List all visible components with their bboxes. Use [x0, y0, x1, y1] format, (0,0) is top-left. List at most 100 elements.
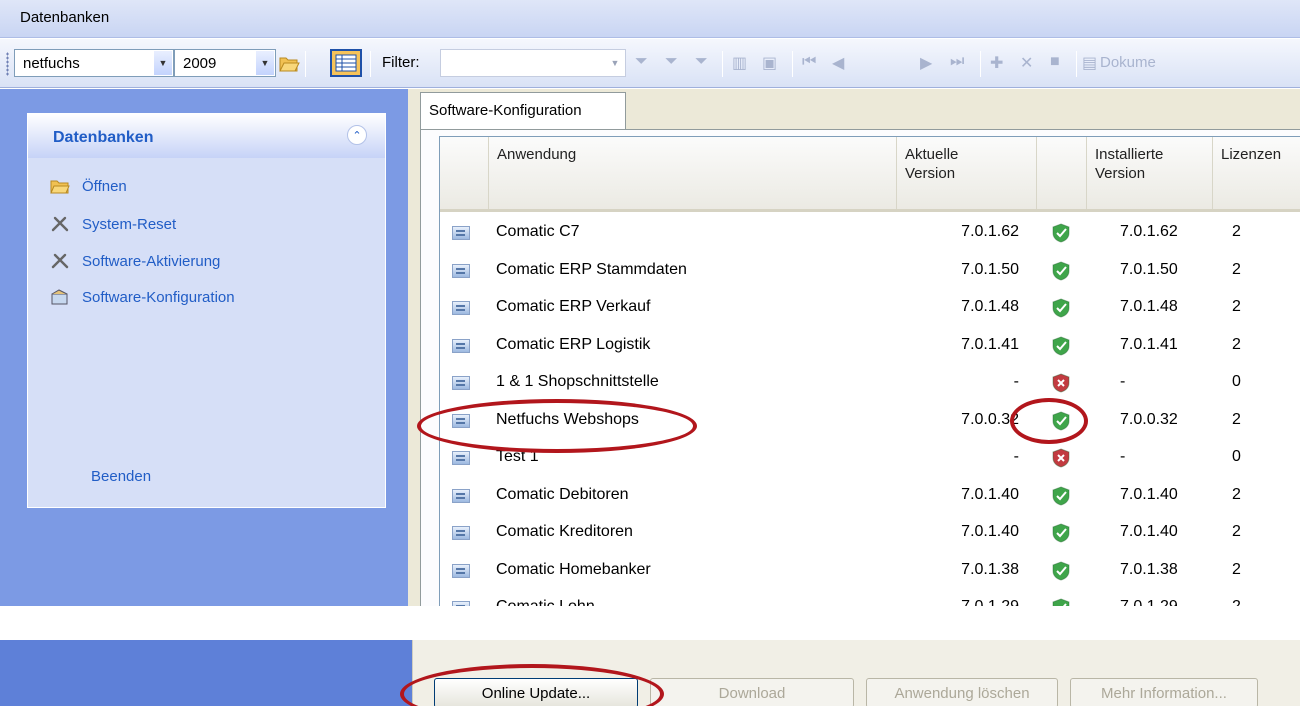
toolbar-grip[interactable]	[6, 52, 9, 76]
shield-error-icon	[1052, 448, 1070, 468]
column-header-aktuelle-version[interactable]: Aktuelle Version	[896, 137, 1036, 209]
callout-webshops-row	[417, 399, 697, 453]
table-row[interactable]: Comatic Homebanker 7.0.1.38 7.0.1.38 2	[440, 553, 1300, 590]
download-button[interactable]: Download	[650, 678, 854, 706]
column-header-label: Installierte Version	[1095, 146, 1164, 182]
first-record-icon[interactable]: ⏮	[802, 53, 816, 71]
sidebar-item-label: System-Reset	[82, 216, 177, 233]
tab-page: Anwendung Aktuelle Version Installierte …	[420, 129, 1300, 607]
toolbar-separator	[1076, 51, 1077, 77]
current-version: 7.0.1.40	[961, 485, 1019, 503]
table-row[interactable]: Comatic Lohn 7.0.1.29 7.0.1.29 2	[440, 590, 1300, 607]
filter-select[interactable]: ▼	[440, 49, 626, 77]
application-icon	[452, 226, 470, 240]
sidebar-item-software-konfiguration[interactable]: Software-Konfiguration	[50, 289, 235, 306]
shield-check-icon	[1052, 485, 1070, 506]
folder-open-icon	[50, 180, 70, 194]
toolbar-separator	[722, 51, 723, 77]
folder-open-icon[interactable]	[278, 52, 300, 74]
screenshot-gap	[0, 606, 1300, 640]
year-select-value: 2009	[183, 55, 217, 72]
toolbar-separator	[305, 51, 306, 77]
license-count: 2	[1232, 485, 1241, 503]
table-row[interactable]: Comatic ERP Stammdaten 7.0.1.50 7.0.1.50 2	[440, 253, 1300, 290]
filter-apply-icon[interactable]: ⏷	[635, 53, 648, 71]
column-header-anwendung[interactable]: Anwendung	[488, 137, 896, 209]
application-name: Comatic Homebanker	[496, 560, 651, 578]
document-icon[interactable]: ▤	[1082, 53, 1097, 73]
table-view-icon[interactable]	[330, 49, 362, 77]
application-icon	[452, 301, 470, 315]
table-row[interactable]: Comatic C7 7.0.1.62 7.0.1.62 2	[440, 215, 1300, 252]
application-icon	[452, 563, 470, 578]
application-name: 1 & 1 Shopschnittstelle	[496, 373, 659, 390]
last-record-icon[interactable]: ⏭	[950, 53, 964, 71]
license-count: 2	[1232, 523, 1241, 540]
year-select[interactable]: 2009 ▼	[174, 49, 276, 77]
license-count: 0	[1232, 448, 1241, 465]
delete-record-icon[interactable]: ✕	[1020, 53, 1033, 73]
delete-application-button[interactable]: Anwendung löschen	[866, 678, 1058, 706]
installed-version: 7.0.1.38	[1120, 560, 1178, 578]
tab-software-konfiguration[interactable]: Software-Konfiguration	[420, 92, 626, 129]
application-name: Comatic C7	[496, 223, 580, 240]
chart-icon[interactable]: ▥	[732, 53, 747, 73]
collapse-icon[interactable]: ⌃	[347, 125, 367, 145]
sidebar-item-label: Software-Konfiguration	[82, 289, 235, 306]
filter-clear-icon[interactable]: ⏷	[695, 53, 708, 71]
database-select-value: netfuchs	[23, 55, 80, 72]
next-record-icon[interactable]: ▶	[920, 53, 932, 73]
shield-check-icon	[1052, 523, 1070, 543]
installed-version: -	[1120, 448, 1126, 465]
table-row[interactable]: Comatic Debitoren 7.0.1.40 7.0.1.40 2	[440, 478, 1300, 515]
sidebar-item-beenden[interactable]: Beenden	[91, 468, 151, 485]
table-row[interactable]: Comatic ERP Verkauf 7.0.1.48 7.0.1.48 2	[440, 290, 1300, 327]
shield-error-icon	[1052, 373, 1070, 393]
config-icon	[51, 289, 68, 305]
current-version: 7.0.1.48	[961, 298, 1019, 315]
document-label[interactable]: Dokume	[1100, 54, 1156, 71]
application-name: Comatic ERP Stammdaten	[496, 260, 687, 278]
filter-label: Filter:	[382, 54, 420, 71]
export-icon[interactable]: ▣	[762, 53, 777, 73]
column-header-label: Anwendung	[497, 146, 577, 163]
installed-version: 7.0.1.62	[1120, 223, 1178, 240]
tools-icon	[51, 253, 69, 269]
filter-edit-icon[interactable]: ⏷	[665, 53, 678, 71]
column-header-installierte-version[interactable]: Installierte Version	[1086, 137, 1212, 209]
installed-version: 7.0.1.40	[1120, 485, 1178, 503]
tab-area: Software-Konfiguration Anwendung Aktuell…	[408, 89, 1300, 607]
application-name: Comatic Debitoren	[496, 485, 629, 503]
tools-icon	[51, 216, 69, 232]
chevron-down-icon[interactable]: ▼	[154, 51, 172, 75]
toolbar: netfuchs ▼ 2009 ▼ Filter: ▼ ⏷ ⏷ ⏷ ▥ ▣ ⏮ …	[0, 39, 1300, 88]
database-select[interactable]: netfuchs ▼	[14, 49, 174, 77]
shield-check-icon	[1052, 260, 1070, 281]
task-panel-header[interactable]: Datenbanken ⌃	[28, 114, 385, 158]
current-version: 7.0.1.50	[961, 260, 1019, 278]
application-name: Comatic ERP Logistik	[496, 335, 651, 353]
installed-version: 7.0.1.41	[1120, 335, 1178, 353]
installed-version: 7.0.1.50	[1120, 260, 1178, 278]
sidebar-item-software-aktivierung[interactable]: Software-Aktivierung	[50, 253, 220, 270]
table-row[interactable]: Comatic Kreditoren 7.0.1.40 7.0.1.40 2	[440, 515, 1300, 552]
shield-check-icon	[1052, 298, 1070, 318]
toolbar-separator	[370, 51, 371, 77]
sidebar-item-label: Beenden	[91, 468, 152, 485]
column-header-status[interactable]	[1036, 137, 1086, 209]
license-count: 2	[1232, 298, 1241, 315]
more-information-button[interactable]: Mehr Information...	[1070, 678, 1258, 706]
sidebar-item-label: Öffnen	[82, 178, 127, 195]
sidebar-item-oeffnen[interactable]: Öffnen	[50, 178, 127, 195]
save-icon[interactable]: ■	[1050, 53, 1060, 71]
table-row[interactable]: 1 & 1 Shopschnittstelle - - 0	[440, 365, 1300, 402]
column-header-lizenzen[interactable]: Lizenzen	[1212, 137, 1300, 209]
license-count: 2	[1232, 260, 1241, 278]
previous-record-icon[interactable]: ◀	[832, 53, 844, 73]
add-record-icon[interactable]: ✚	[990, 53, 1003, 73]
table-row[interactable]: Comatic ERP Logistik 7.0.1.41 7.0.1.41 2	[440, 328, 1300, 365]
chevron-down-icon[interactable]: ▼	[606, 51, 624, 75]
sidebar-item-system-reset[interactable]: System-Reset	[50, 216, 176, 233]
window-titlebar: Datenbanken	[0, 0, 1300, 38]
chevron-down-icon[interactable]: ▼	[256, 51, 274, 75]
